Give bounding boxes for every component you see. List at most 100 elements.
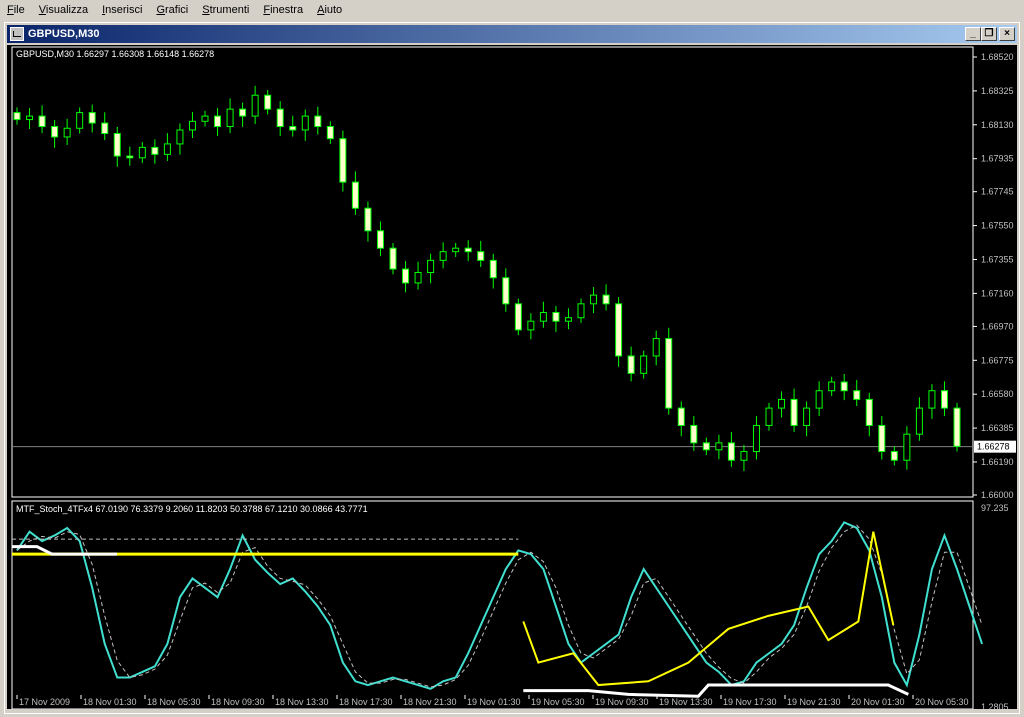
chart-window-title: GBPUSD,M30 <box>28 28 100 40</box>
time-tick-label: 18 Nov 01:30 <box>83 697 137 707</box>
candle-bear <box>126 155 134 159</box>
candle-bear <box>214 115 222 128</box>
candle-bear <box>88 112 96 124</box>
candle-bear <box>514 303 522 331</box>
candle-bull <box>427 259 435 274</box>
time-tick-label: 19 Nov 13:30 <box>659 697 713 707</box>
candle-bear <box>151 146 159 155</box>
time-tick-label: 18 Nov 13:30 <box>275 697 329 707</box>
price-tick-label: 1.66385 <box>981 423 1014 433</box>
candle-bull <box>452 247 460 253</box>
candle-bear <box>276 108 284 128</box>
candle-bear <box>51 126 59 138</box>
candle-bear <box>376 230 384 249</box>
price-tick-label: 1.66970 <box>981 321 1014 331</box>
candle-bull <box>539 312 547 322</box>
mdi-client-area: GBPUSD,M30 _ ❐ × 1.68520 1.68325 1.68130 1.… <box>4 22 1020 714</box>
candle-bear <box>602 294 610 305</box>
candle-bear <box>853 390 861 400</box>
candle-bull <box>201 115 209 122</box>
candle-bull <box>803 407 811 426</box>
indicator-header: MTF_Stoch_4TFx4 67.0190 76.3379 9.2060 1… <box>16 504 368 514</box>
candle-bear <box>953 407 961 447</box>
candle-bear <box>489 259 497 279</box>
menu-aiuto[interactable]: Aiuto <box>310 0 349 20</box>
menu-visualizza[interactable]: Visualizza <box>32 0 95 20</box>
main-chart-header: GBPUSD,M30 1.66297 1.66308 1.66148 1.662… <box>16 49 214 59</box>
stoch-turquoise-line <box>16 521 984 690</box>
indicator-bottom-label: 1.2805 <box>981 702 1009 709</box>
candle-bear <box>665 338 673 409</box>
candle-bull <box>828 381 836 392</box>
candle-bull <box>815 390 823 409</box>
minimize-button[interactable]: _ <box>965 27 981 41</box>
candle-bear <box>878 424 886 453</box>
time-tick-label: 18 Nov 09:30 <box>211 697 265 707</box>
candle-bear <box>464 247 472 253</box>
candle-bull <box>915 407 923 435</box>
candle-bear <box>113 132 121 157</box>
candle-bear <box>840 381 848 392</box>
menu-finestra[interactable]: Finestra <box>256 0 310 20</box>
candle-bull <box>740 451 748 461</box>
candle-bull <box>63 127 71 138</box>
candle-bull <box>765 407 773 426</box>
time-tick-label: 20 Nov 05:30 <box>915 697 969 707</box>
time-tick-label: 18 Nov 05:30 <box>147 697 201 707</box>
candle-bear <box>314 115 322 128</box>
candle-bear <box>690 424 698 444</box>
candle-bull <box>640 355 648 374</box>
price-tick-label: 1.66775 <box>981 355 1014 365</box>
restore-button[interactable]: ❐ <box>981 27 997 41</box>
stoch-dash-line <box>16 524 983 688</box>
time-tick-label: 19 Nov 01:30 <box>467 697 521 707</box>
time-tick-label: 20 Nov 01:30 <box>851 697 905 707</box>
candle-bull <box>414 272 422 284</box>
menu-inserisci[interactable]: Inserisci <box>95 0 149 20</box>
price-tick-label: 1.67160 <box>981 288 1014 298</box>
candle-bear <box>326 126 334 140</box>
candle-bear <box>702 442 710 451</box>
candle-bear <box>727 442 735 461</box>
candle-bull <box>26 115 34 121</box>
candle-bull <box>251 94 259 117</box>
indicator-frame <box>11 500 974 709</box>
candle-bull <box>590 294 598 305</box>
candle-bull <box>226 108 234 128</box>
menu-grafici[interactable]: Grafici <box>149 0 195 20</box>
time-tick-label: 19 Nov 05:30 <box>531 697 585 707</box>
time-tick-label: 19 Nov 21:30 <box>787 697 841 707</box>
candle-bull <box>752 424 760 453</box>
chart-canvas[interactable]: 1.68520 1.68325 1.68130 1.67935 1.67745 1.675… <box>7 45 1017 709</box>
candle-bull <box>439 251 447 261</box>
candle-bull <box>903 433 911 461</box>
candle-bull <box>564 317 572 322</box>
indicator-top-label: 97.235 <box>981 503 1009 513</box>
chart-window-icon <box>10 27 24 41</box>
chart-svg[interactable]: 1.68520 1.68325 1.68130 1.67935 1.67745 1.675… <box>7 45 1017 709</box>
candle-bear <box>627 355 635 374</box>
candle-bull <box>928 390 936 409</box>
candle-bear <box>552 312 560 322</box>
candle-bear <box>389 247 397 270</box>
candle-bull <box>301 115 309 131</box>
stoch-white-line-2 <box>523 683 909 698</box>
current-price-label: 1.66278 <box>977 442 1010 452</box>
chart-window-titlebar[interactable]: GBPUSD,M30 _ ❐ × <box>7 25 1017 43</box>
candle-bull <box>76 112 84 129</box>
candle-bear <box>264 94 272 110</box>
candle-bear <box>239 108 247 117</box>
menu-strumenti[interactable]: Strumenti <box>195 0 256 20</box>
candle-bull <box>778 398 786 409</box>
menu-file[interactable]: File <box>0 0 32 20</box>
time-tick-label: 18 Nov 21:30 <box>403 697 457 707</box>
candle-bear <box>677 407 685 426</box>
close-button[interactable]: × <box>999 27 1015 41</box>
candle-bull <box>163 143 171 155</box>
time-tick-label: 17 Nov 2009 <box>19 697 70 707</box>
chart-window: GBPUSD,M30 _ ❐ × 1.68520 1.68325 1.68130 1.… <box>4 22 1020 714</box>
price-tick-label: 1.68325 <box>981 86 1014 96</box>
time-tick-label: 18 Nov 17:30 <box>339 697 393 707</box>
candle-bear <box>101 122 109 134</box>
candle-bear <box>38 115 46 128</box>
